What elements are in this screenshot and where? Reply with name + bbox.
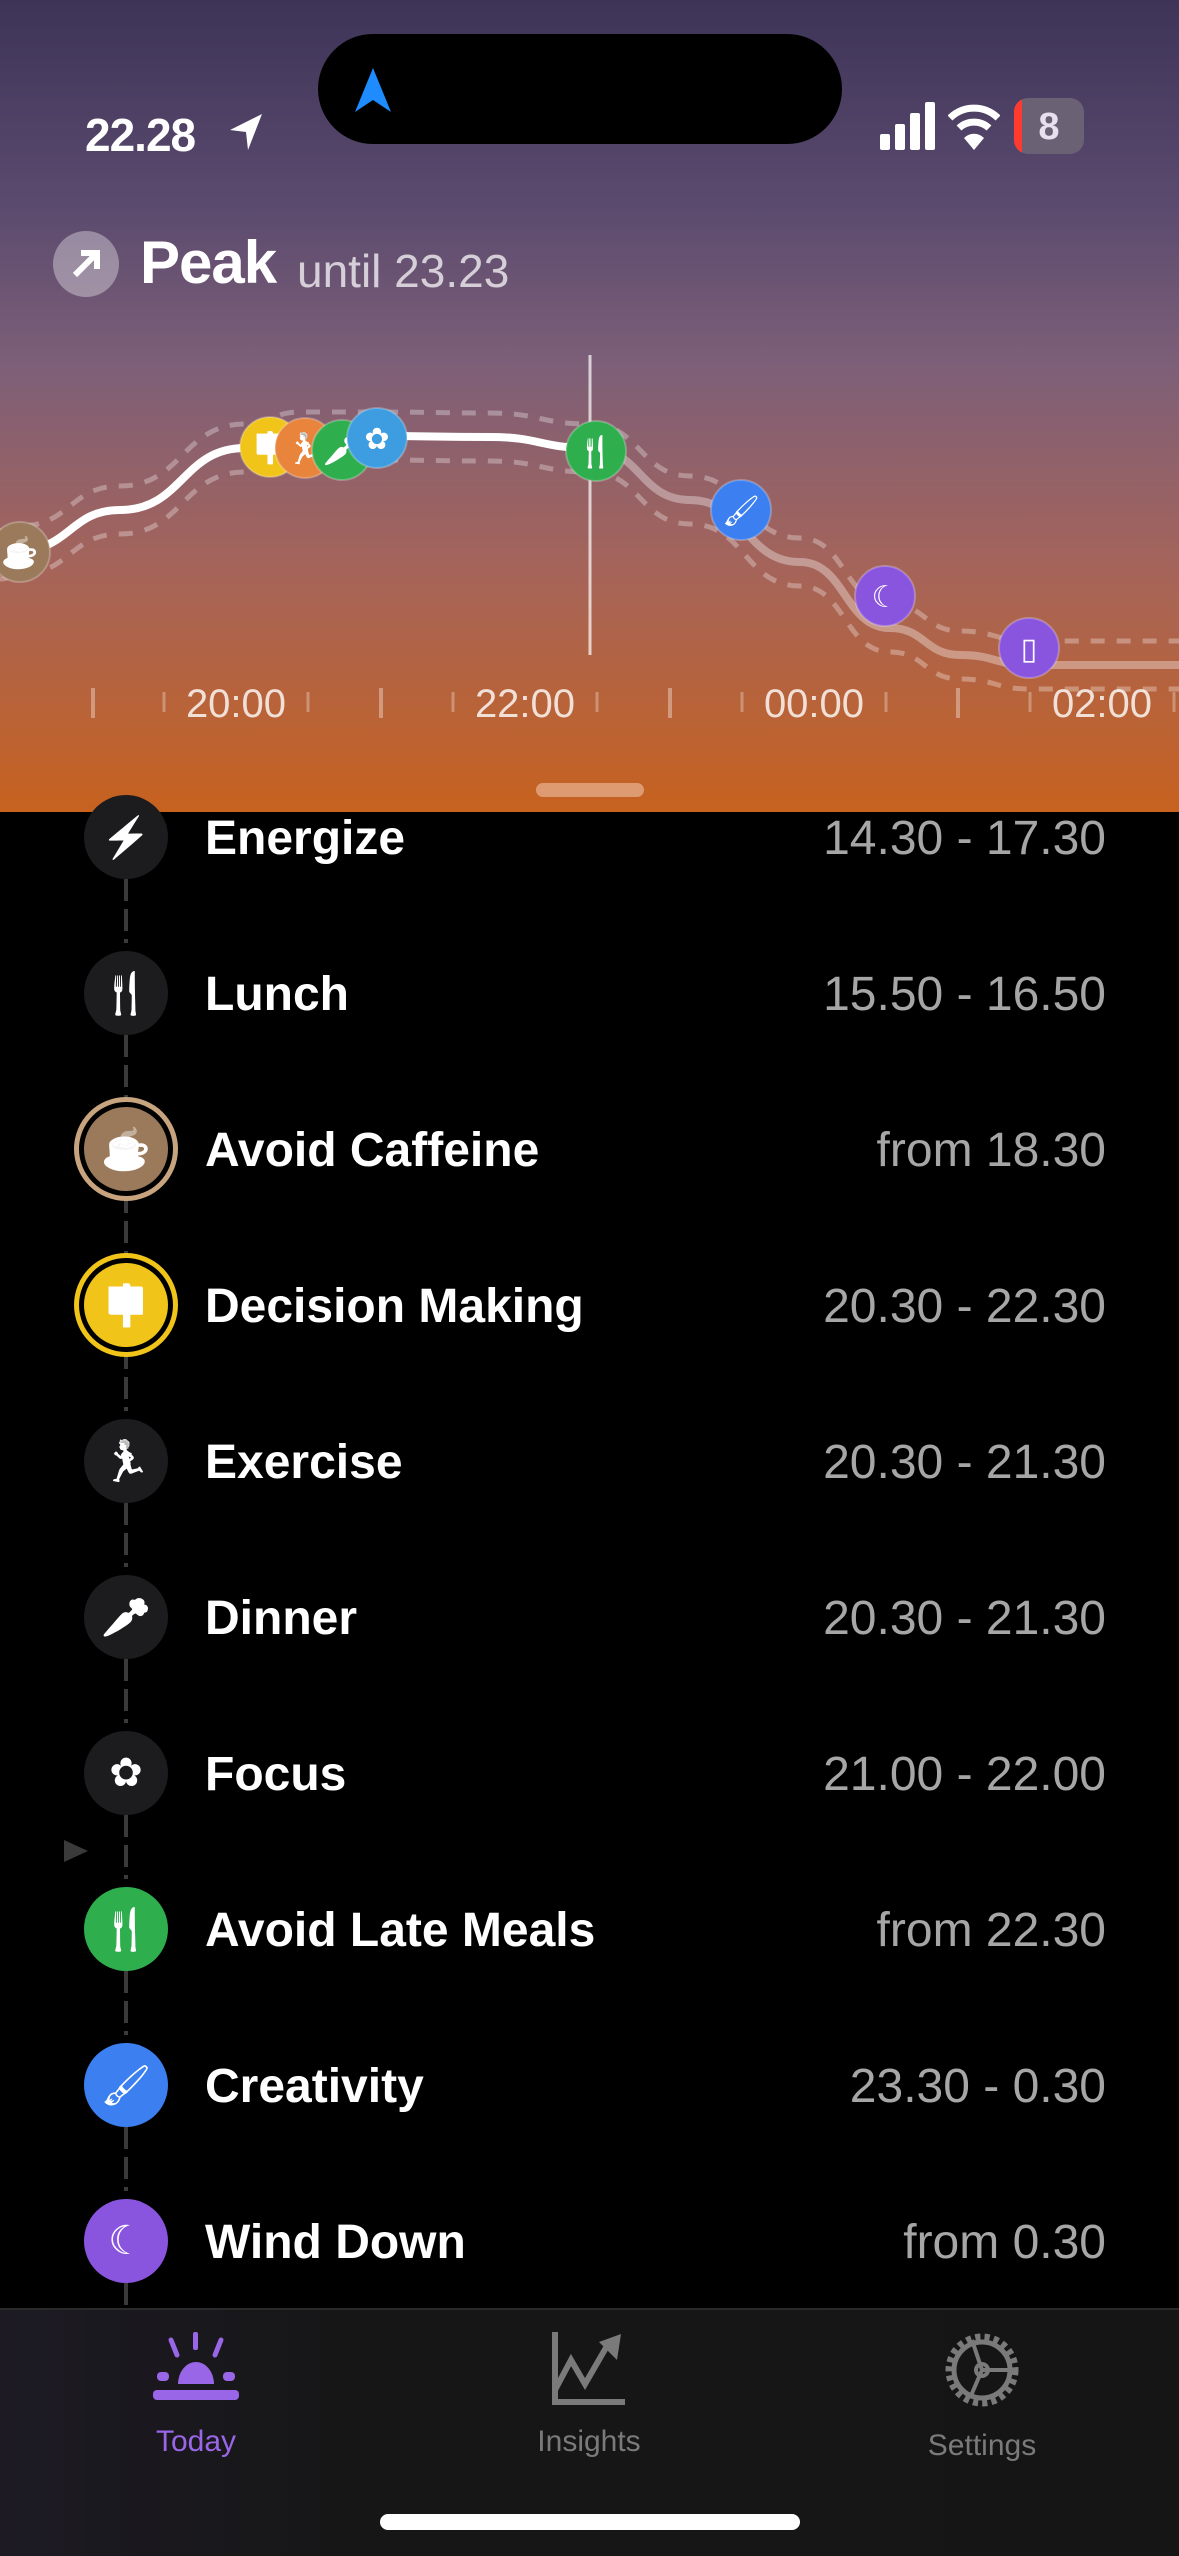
fork-knife-icon: 🍴 (84, 951, 168, 1035)
schedule-item-time: 15.50 - 16.50 (823, 968, 1106, 1021)
bolt-icon: ⚡ (84, 795, 168, 879)
gear-icon (945, 2333, 1019, 2407)
timeline-connector (124, 2127, 128, 2191)
trend-up-icon (53, 231, 119, 297)
runner-icon: 🏃 (84, 1419, 168, 1503)
tab-insights-label: Insights (537, 2425, 641, 2458)
schedule-item-time: 20.30 - 21.30 (823, 1592, 1106, 1645)
battery-icon: 8 (1014, 98, 1084, 154)
moon-icon: ☾ (872, 581, 899, 614)
marker-focus[interactable]: ✿ (346, 407, 408, 469)
moon-icon: ☾ (84, 2199, 168, 2283)
axis-tick-label: 02:00 (1052, 682, 1152, 726)
schedule-item-time: 20.30 - 21.30 (823, 1436, 1106, 1489)
phone-icon: ▯ (1021, 633, 1038, 666)
tab-settings[interactable]: Settings (862, 2330, 1102, 2463)
schedule-item-time: from 18.30 (876, 1124, 1106, 1177)
schedule-item-time: 21.00 - 22.00 (823, 1748, 1106, 1801)
timeline-connector (124, 1347, 128, 1411)
location-arrow-icon (230, 114, 262, 150)
timeline-connector (124, 1503, 128, 1567)
marker-creativity[interactable]: 🖌 (710, 479, 772, 541)
brush-icon: 🖌 (722, 495, 760, 528)
schedule-item-label: Decision Making (205, 1280, 584, 1333)
no-cup-icon: ☕ (84, 1107, 168, 1191)
brain-icon: ✿ (364, 423, 389, 456)
brain-icon: ✿ (84, 1731, 168, 1815)
schedule-item-label: Focus (205, 1748, 347, 1801)
schedule-item-time: 20.30 - 22.30 (823, 1280, 1106, 1333)
tab-today-label: Today (155, 2425, 237, 2458)
timeline-connector (124, 1035, 128, 1099)
home-indicator (380, 2514, 800, 2530)
schedule-item[interactable]: ✿ Focus 21.00 - 22.00 (0, 1723, 1179, 1823)
schedule-item-label: Lunch (205, 968, 349, 1021)
cup-icon: ☕ (1, 534, 38, 570)
tab-insights[interactable]: Insights (469, 2330, 709, 2459)
current-time-indicator-icon (64, 1840, 88, 1862)
status-time: 22.28 (85, 109, 196, 161)
wifi-icon (948, 104, 1000, 150)
marker-wind-down[interactable]: ☾ (854, 565, 916, 627)
energy-state-title: Peak (140, 229, 277, 296)
schedule-item[interactable]: 🍴 Lunch 15.50 - 16.50 (0, 943, 1179, 1043)
schedule-item-label: Creativity (205, 2060, 424, 2113)
axis-tick-label: 00:00 (764, 682, 864, 726)
marker-avoid-caffeine[interactable]: ☕ (0, 521, 51, 583)
signal-icon (880, 102, 935, 150)
chart-trend-icon (552, 2332, 625, 2405)
tab-today[interactable]: Today (76, 2330, 316, 2459)
brush-icon: 🖌 (84, 2043, 168, 2127)
schedule-item-label: Dinner (205, 1592, 358, 1645)
signpost-icon: 🪧 (84, 1263, 168, 1347)
schedule-item[interactable]: 🏃 Exercise 20.30 - 21.30 (0, 1411, 1179, 1511)
schedule-item[interactable]: ☕ Avoid Caffeine from 18.30 (0, 1099, 1179, 1199)
schedule-item-time: from 22.30 (876, 1904, 1106, 1957)
schedule-item[interactable]: 🪧 Decision Making 20.30 - 22.30 (0, 1255, 1179, 1355)
timeline-connector (124, 1971, 128, 2035)
navigation-icon (355, 68, 391, 112)
schedule-item[interactable]: 🖌 Creativity 23.30 - 0.30 (0, 2035, 1179, 2135)
marker-avoid-late-meals[interactable]: 🍴 (565, 420, 627, 482)
schedule-item-label: Energize (205, 812, 406, 865)
timeline-connector (124, 879, 128, 943)
no-fork-icon: 🍴 (84, 1887, 168, 1971)
schedule-item-time: 14.30 - 17.30 (823, 812, 1106, 865)
schedule-item-time: 23.30 - 0.30 (849, 2060, 1106, 2113)
axis-tick-label: 22:00 (475, 682, 575, 726)
schedule-item-label: Exercise (205, 1436, 403, 1489)
schedule-item[interactable]: 🥕 Dinner 20.30 - 21.30 (0, 1567, 1179, 1667)
schedule-item[interactable]: ⚡ Energize 14.30 - 17.30 (0, 787, 1179, 887)
sunrise-icon (153, 2332, 239, 2400)
timeline-connector (124, 1659, 128, 1723)
schedule-item-label: Wind Down (205, 2216, 466, 2269)
schedule-item[interactable]: ☾ Wind Down from 0.30 (0, 2191, 1179, 2291)
marker-screen-time[interactable]: ▯ (998, 617, 1060, 679)
timeline-connector (124, 1191, 128, 1255)
schedule-item[interactable]: 🍴 Avoid Late Meals from 22.30 (0, 1879, 1179, 1979)
energy-chart[interactable]: ☕🪧🏃 🥕 ✿ 🍴🖌☾▯20:00 22:00 00:00 02:00 (0, 340, 1179, 760)
tab-settings-label: Settings (927, 2429, 1037, 2462)
carrot-icon: 🥕 (84, 1575, 168, 1659)
timeline-connector (124, 1815, 128, 1879)
schedule-item-label: Avoid Caffeine (205, 1124, 540, 1177)
dynamic-island (318, 34, 842, 144)
schedule-item-label: Avoid Late Meals (205, 1904, 596, 1957)
battery-level: 8 (1038, 106, 1060, 148)
fork-knife-icon: 🍴 (577, 434, 614, 470)
axis-tick-label: 20:00 (186, 682, 286, 726)
energy-state-until: until 23.23 (297, 245, 510, 297)
schedule-item-time: from 0.30 (903, 2216, 1106, 2269)
